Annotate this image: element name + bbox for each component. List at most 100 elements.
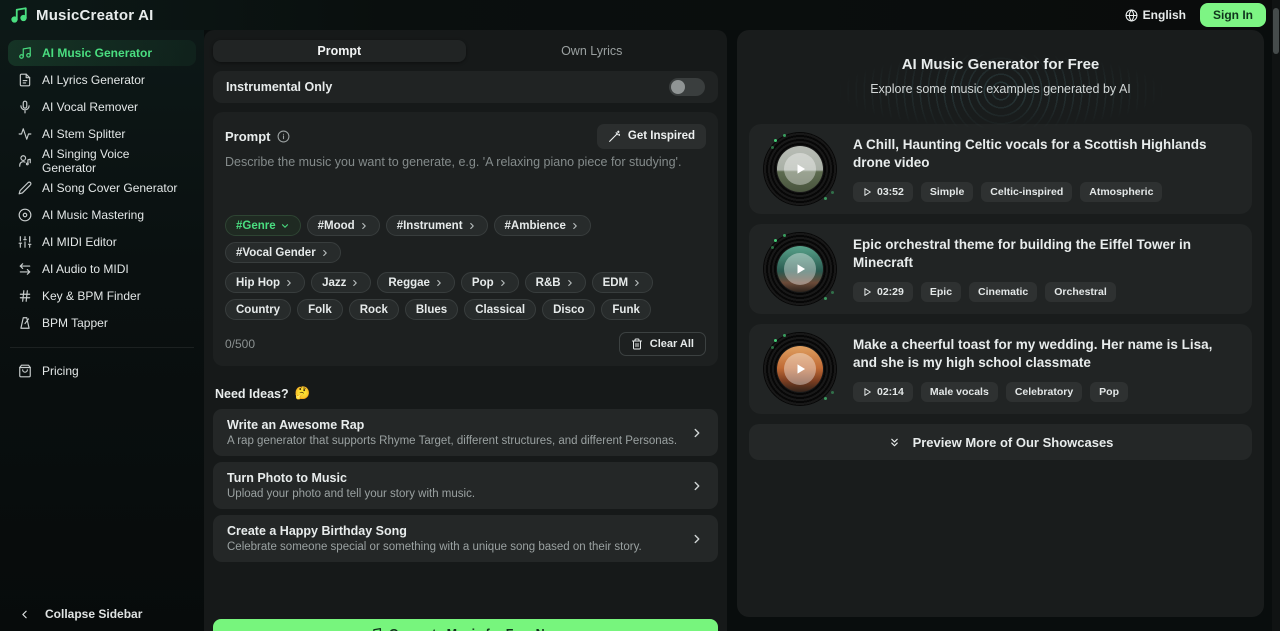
play-outline-icon xyxy=(864,288,871,297)
sidebar-item-ai-stem-splitter[interactable]: AI Stem Splitter xyxy=(8,121,196,147)
chip-funk[interactable]: Funk xyxy=(601,299,651,320)
disc-icon xyxy=(18,208,32,222)
sidebar-divider xyxy=(10,347,194,348)
chevron-left-icon xyxy=(18,608,31,621)
preview-more-button[interactable]: Preview More of Our Showcases xyxy=(749,424,1252,460)
chip-reggae[interactable]: Reggae xyxy=(377,272,455,293)
wand-icon xyxy=(608,130,621,143)
idea-card-rap[interactable]: Write an Awesome Rap A rap generator tha… xyxy=(213,409,718,456)
singer-icon xyxy=(18,154,32,168)
chip-vocal-gender[interactable]: #Vocal Gender xyxy=(225,242,341,263)
chip-blues[interactable]: Blues xyxy=(404,299,459,320)
sidebar-item-label: AI Lyrics Generator xyxy=(42,73,145,87)
style-tag: Celtic-inspired xyxy=(981,182,1073,203)
collapse-sidebar-button[interactable]: Collapse Sidebar xyxy=(8,607,196,621)
sign-in-button[interactable]: Sign In xyxy=(1200,3,1266,27)
chevron-right-icon xyxy=(320,248,330,258)
style-tag: Celebratory xyxy=(1005,382,1083,403)
chevron-right-icon xyxy=(359,221,369,231)
music-note-icon xyxy=(369,627,382,631)
chip-rock[interactable]: Rock xyxy=(348,299,399,320)
audio-to-midi-icon xyxy=(18,262,32,276)
sidebar-item-label: AI Singing Voice Generator xyxy=(42,147,130,175)
play-button[interactable] xyxy=(784,153,816,185)
chip-mood[interactable]: #Mood xyxy=(306,215,380,236)
chip-edm[interactable]: EDM xyxy=(591,272,654,293)
info-icon[interactable] xyxy=(277,130,290,143)
sidebar-item-label: BPM Tapper xyxy=(42,316,108,330)
chip-rnb[interactable]: R&B xyxy=(524,272,586,293)
chevron-right-icon xyxy=(467,221,477,231)
chevron-right-icon xyxy=(434,278,444,288)
chip-genre[interactable]: #Genre xyxy=(225,215,301,236)
generate-music-label: Generate Music for Free Now xyxy=(389,627,562,631)
page-scrollbar[interactable] xyxy=(1272,0,1280,631)
vinyl-play-thumbnail[interactable] xyxy=(763,232,837,306)
instrumental-only-toggle[interactable] xyxy=(669,78,705,96)
toggle-knob xyxy=(671,80,685,94)
sidebar-item-ai-midi-editor[interactable]: AI MIDI Editor xyxy=(8,229,196,255)
style-tag: Atmospheric xyxy=(1080,182,1163,203)
sidebar-item-label: AI Music Generator xyxy=(42,46,153,60)
generate-music-button[interactable]: Generate Music for Free Now xyxy=(213,619,718,631)
chip-instrument[interactable]: #Instrument xyxy=(385,215,488,236)
sidebar-item-ai-singing-voice-generator[interactable]: AI Singing Voice Generator xyxy=(8,147,196,175)
language-selector[interactable]: English xyxy=(1125,8,1186,22)
chip-hip-hop[interactable]: Hip Hop xyxy=(225,272,306,293)
chip-pop[interactable]: Pop xyxy=(460,272,519,293)
showcase-card: Make a cheerful toast for my wedding. He… xyxy=(749,324,1252,414)
brand[interactable]: MusicCreator AI xyxy=(10,6,153,24)
showcase-card: Epic orchestral theme for building the E… xyxy=(749,224,1252,314)
sidebar-item-ai-music-generator[interactable]: AI Music Generator xyxy=(8,40,196,66)
style-tag: Pop xyxy=(1090,382,1129,403)
idea-card-photo-to-music[interactable]: Turn Photo to Music Upload your photo an… xyxy=(213,462,718,509)
char-counter: 0/500 xyxy=(225,337,256,351)
lyrics-document-icon xyxy=(18,73,32,87)
sidebar-item-label: AI Stem Splitter xyxy=(42,127,126,141)
clear-all-button[interactable]: Clear All xyxy=(618,332,706,356)
chip-disco[interactable]: Disco xyxy=(542,299,596,320)
prompt-textarea[interactable]: Describe the music you want to generate,… xyxy=(225,155,706,169)
showcase-panel: AI Music Generator for Free Explore some… xyxy=(737,30,1264,617)
music-note-logo-icon xyxy=(10,6,28,24)
idea-title: Create a Happy Birthday Song xyxy=(227,524,407,538)
sidebar-item-ai-lyrics-generator[interactable]: AI Lyrics Generator xyxy=(8,67,196,93)
chip-ambience[interactable]: #Ambience xyxy=(493,215,591,236)
waveform-icon xyxy=(18,127,32,141)
vinyl-play-thumbnail[interactable] xyxy=(763,332,837,406)
chip-country[interactable]: Country xyxy=(225,299,292,320)
get-inspired-button[interactable]: Get Inspired xyxy=(596,123,706,149)
showcase-card: A Chill, Haunting Celtic vocals for a Sc… xyxy=(749,124,1252,214)
duration-tag: 02:14 xyxy=(853,382,913,403)
sidebar-item-ai-vocal-remover[interactable]: AI Vocal Remover xyxy=(8,94,196,120)
chip-folk[interactable]: Folk xyxy=(297,299,343,320)
tab-own-lyrics[interactable]: Own Lyrics xyxy=(466,40,719,62)
sidebar-item-label: Pricing xyxy=(42,364,79,378)
vinyl-play-thumbnail[interactable] xyxy=(763,132,837,206)
idea-title: Write an Awesome Rap xyxy=(227,418,365,432)
sidebar-item-key-bpm-finder[interactable]: Key & BPM Finder xyxy=(8,283,196,309)
chip-jazz[interactable]: Jazz xyxy=(311,272,372,293)
sidebar-item-ai-song-cover-generator[interactable]: AI Song Cover Generator xyxy=(8,175,196,201)
top-header: MusicCreator AI English Sign In xyxy=(0,0,1280,30)
chevron-right-icon xyxy=(498,278,508,288)
chip-classical[interactable]: Classical xyxy=(464,299,537,320)
sidebar-item-ai-audio-to-midi[interactable]: AI Audio to MIDI xyxy=(8,256,196,282)
microphone-icon xyxy=(18,100,32,114)
scrollbar-thumb[interactable] xyxy=(1273,8,1279,54)
duration-tag: 02:29 xyxy=(853,282,913,303)
play-button[interactable] xyxy=(784,353,816,385)
collapse-sidebar-label: Collapse Sidebar xyxy=(45,607,143,621)
need-ideas-heading: Need Ideas? 🤔 xyxy=(215,386,311,401)
sidebar-item-bpm-tapper[interactable]: BPM Tapper xyxy=(8,310,196,336)
duration-tag: 03:52 xyxy=(853,182,913,203)
sidebar-item-label: AI Audio to MIDI xyxy=(42,262,129,276)
play-outline-icon xyxy=(864,388,871,397)
sidebar-item-ai-music-mastering[interactable]: AI Music Mastering xyxy=(8,202,196,228)
play-button[interactable] xyxy=(784,253,816,285)
sidebar-item-pricing[interactable]: Pricing xyxy=(8,358,196,384)
pen-icon xyxy=(18,181,32,195)
tab-prompt[interactable]: Prompt xyxy=(213,40,466,62)
idea-desc: Celebrate someone special or something w… xyxy=(227,541,642,553)
idea-card-birthday-song[interactable]: Create a Happy Birthday Song Celebrate s… xyxy=(213,515,718,562)
